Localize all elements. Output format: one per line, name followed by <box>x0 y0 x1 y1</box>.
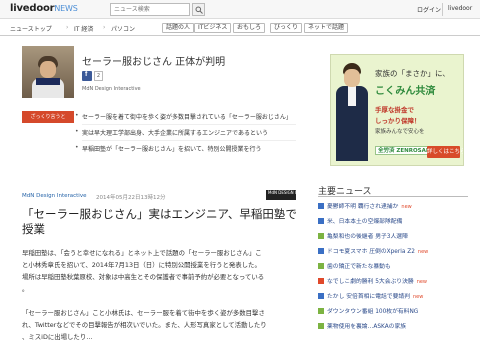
news-item[interactable]: たかし 安倍首相に電話で要請判 new <box>318 291 423 300</box>
paragraph-line: 場所は早稲田塾秋葉原校、対象は中高生とその保護者で事前予約が必要となっている <box>22 273 265 281</box>
ad-copy: しっかり保障！ <box>375 117 421 125</box>
new-badge: new <box>416 279 428 285</box>
ad-copy: 手厚な掛金で <box>375 106 414 114</box>
login-link[interactable]: ログイン <box>417 5 441 14</box>
paragraph-line: れ、Twitterなどでその目撃報告が相次いでいた。また、人形写真家として活動し… <box>22 321 267 329</box>
site-logo[interactable]: livedoorNEWS <box>10 3 78 14</box>
article-headline[interactable]: セーラー服おじさん 正体が判明 <box>82 53 225 68</box>
news-item-title: 憂鬱師不明 覇行され逮捕か <box>327 204 399 210</box>
news-item-title: 歯の矯正で新たな暴動も <box>327 264 391 270</box>
nav-chip-it-business[interactable]: ITビジネス <box>194 23 232 33</box>
share-count: 2 <box>94 71 103 81</box>
category-marker-icon <box>318 323 324 329</box>
divider <box>82 124 296 125</box>
paragraph-line: 早稲田塾は、「会うと幸せになれる」とネット上で話題の「セーラー服おじさん」こ <box>22 249 262 257</box>
top-bar: livedoorNEWS ログイン livedoor <box>0 0 480 19</box>
ad-copy: 家族みんなで安心を <box>375 129 425 135</box>
news-item[interactable]: 薬物使用を裏論…ASKAの家族 <box>318 321 406 330</box>
nav-chip-funny[interactable]: おもしろ <box>233 23 266 33</box>
category-marker-icon <box>318 278 324 284</box>
nav-pc[interactable]: パソコン <box>111 24 135 33</box>
news-item[interactable]: 亀梨和也の後継者 男子3人選陣 <box>318 231 408 240</box>
news-item[interactable]: 憂鬱師不明 覇行され逮捕か new <box>318 201 412 210</box>
paragraph-line: と小林秀章氏を招いて、2014年7月13日（日）に特別公開授業を行うと発表した。 <box>22 261 261 269</box>
summary-item: 早稲田塾が「セーラー服おじさん」を招いて、特別公開授業を行う <box>75 144 262 153</box>
livedoor-link[interactable]: livedoor <box>448 5 472 12</box>
article-photo[interactable] <box>22 46 74 98</box>
news-item-title: 亀梨和也の後継者 男子3人選陣 <box>327 234 408 240</box>
ad-model-image <box>335 63 369 161</box>
search-input[interactable] <box>110 3 190 16</box>
article-timestamp: 2014年05月22日13時12分 <box>96 195 166 201</box>
divider <box>442 3 443 16</box>
paragraph-line: 「セーラー服おじさん」こと小林氏は、セーラー服を着て街中を歩く姿が多数目撃さ <box>22 309 265 317</box>
divider <box>318 196 468 197</box>
news-item-title: なでしこ劇的勝利 5大会ぶり決勝 <box>327 279 414 285</box>
summary-item: セーラー服を着て街中を歩く姿が多数目撃されている「セーラー服おじさん」 <box>75 112 292 121</box>
summary-item: 実は早大理工学部出身、大手企業に所属するエンジニアであるという <box>75 128 268 137</box>
news-item-title: ドコモ夏スマホ 圧倒のXperia Z2 <box>327 249 415 255</box>
news-item[interactable]: ドコモ夏スマホ 圧倒のXperia Z2 new <box>318 246 428 255</box>
paragraph-line: 、ミスiDに出場したり… <box>22 333 93 341</box>
news-item[interactable]: なでしこ劇的勝利 5大会ぶり決勝 new <box>318 276 427 285</box>
news-item-title: ダウンタウン番組 100枚が有料NG <box>327 309 419 315</box>
facebook-icon: f <box>85 71 88 78</box>
category-marker-icon <box>318 233 324 239</box>
search-icon <box>195 6 203 14</box>
new-badge: new <box>417 249 429 255</box>
category-marker-icon <box>318 293 324 299</box>
summary-label: ざっくり言うと <box>22 111 74 123</box>
category-marker-icon <box>318 203 324 209</box>
nav-chip-net-topics[interactable]: ネットで話題 <box>304 23 349 33</box>
category-marker-icon <box>318 218 324 224</box>
nav-separator: › <box>66 24 69 31</box>
ad-details-button[interactable]: 詳しくはこちら <box>427 146 463 158</box>
ad-product-name: こくみん共済 <box>375 86 436 97</box>
publisher-logo[interactable]: MdN DESIGN INTERACTIVE <box>266 190 321 200</box>
article-source-link[interactable]: MdN Design Interactive <box>22 193 86 199</box>
logo-sub: NEWS <box>54 4 78 13</box>
new-badge: new <box>413 294 424 300</box>
search-button[interactable] <box>192 3 205 16</box>
ad-brand-logo: 全労済 ZENROSAI <box>375 146 431 155</box>
category-marker-icon <box>318 263 324 269</box>
category-marker-icon <box>318 248 324 254</box>
category-nav: ニューストップ › IT 経済 › パソコン 話題の人 ITビジネス おもしろ … <box>0 20 480 36</box>
nav-it-economy[interactable]: IT 経済 <box>74 24 93 33</box>
news-item[interactable]: 米、日本本土の空爆部隊配備 <box>318 216 402 225</box>
publisher-logo-text: MdN DESIGN INTERACTIVE <box>268 190 322 195</box>
logo-main: livedoor <box>10 3 55 14</box>
news-item-title: たかし 安倍首相に電話で要請判 <box>327 294 410 300</box>
nav-chip-people[interactable]: 話題の人 <box>162 23 195 33</box>
nav-chip-surprise[interactable]: びっくり <box>270 23 303 33</box>
facebook-share-button[interactable]: f <box>82 71 92 81</box>
ad-tagline: 家族の「まさか」に、 <box>375 69 450 78</box>
divider <box>82 140 296 141</box>
new-badge: new <box>401 204 412 210</box>
nav-separator: › <box>103 24 106 31</box>
news-item-title: 米、日本本土の空爆部隊配備 <box>327 219 403 225</box>
news-item[interactable]: ダウンタウン番組 100枚が有料NG <box>318 306 418 315</box>
category-marker-icon <box>318 308 324 314</box>
news-item[interactable]: 歯の矯正で新たな暴動も <box>318 261 391 270</box>
nav-news-top[interactable]: ニューストップ <box>10 24 52 33</box>
article-source[interactable]: MdN Design Interactive <box>82 86 141 92</box>
news-item-title: 薬物使用を裏論…ASKAの家族 <box>327 324 407 330</box>
advertisement-banner[interactable]: 家族の「まさか」に、 こくみん共済 手厚な掛金で しっかり保障！ 家族みんなで安… <box>330 54 464 166</box>
article-title: 「セーラー服おじさん」実はエンジニア、早稲田塾で授業 <box>22 207 297 236</box>
paragraph-line: 。 <box>22 285 29 293</box>
